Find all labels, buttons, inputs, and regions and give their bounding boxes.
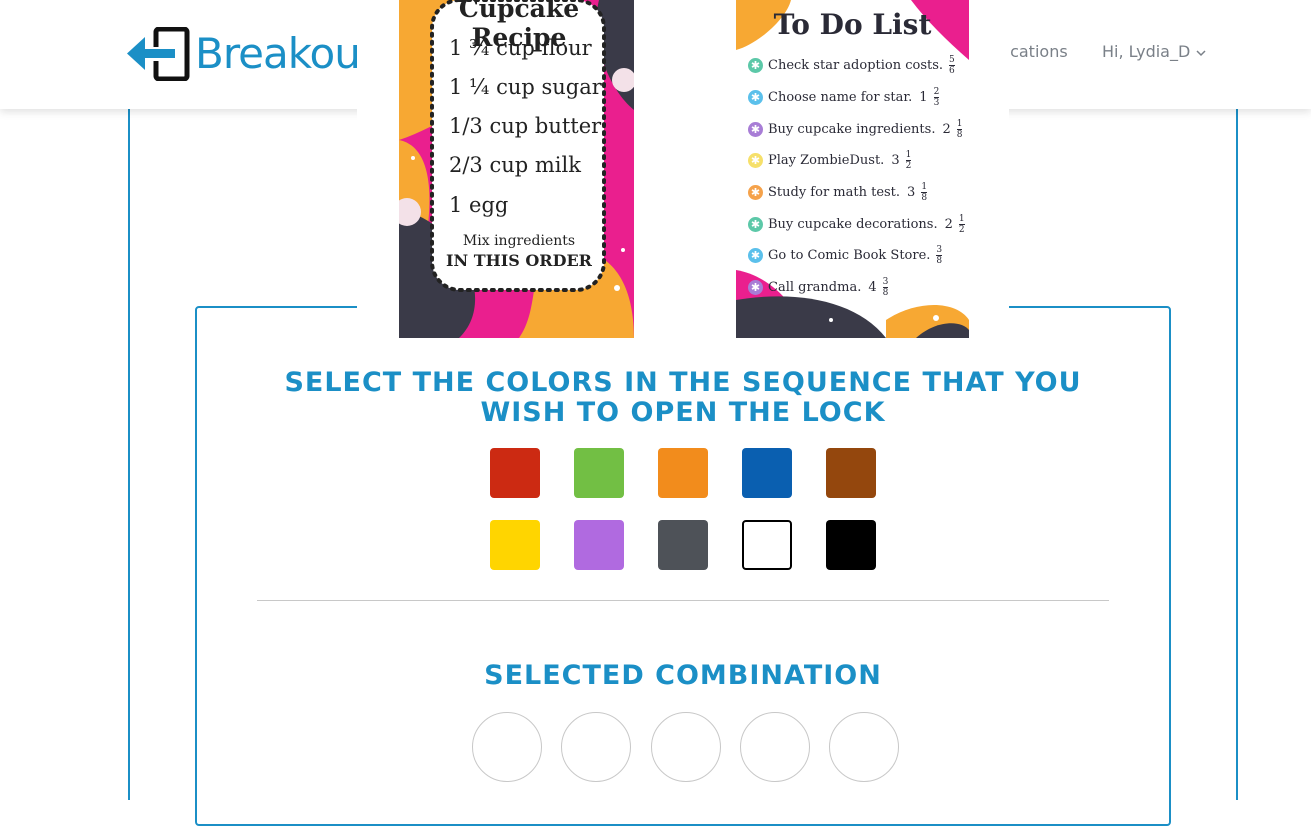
user-greeting: Hi, Lydia_D: [1102, 42, 1191, 61]
fraction-numerator: 3: [882, 277, 889, 288]
todo-item-fraction: 38: [936, 245, 943, 266]
combination-slot-5[interactable]: [829, 712, 899, 782]
todo-item-text: Buy cupcake decorations.: [768, 217, 938, 232]
fraction-denominator: 8: [956, 130, 963, 140]
selected-combination-title: SELECTED COMBINATION: [484, 660, 882, 691]
todo-list-image[interactable]: To Do List ✱ Check star adoption costs. 5 6…: [736, 0, 969, 338]
star-bullet-icon: ✱: [748, 280, 763, 295]
star-bullet-icon: ✱: [748, 248, 763, 263]
fraction-numerator: 1: [921, 182, 928, 193]
star-bullet-icon: ✱: [748, 185, 763, 200]
notifications-link[interactable]: fications: [1000, 42, 1068, 61]
todo-item-whole-number: 2: [944, 217, 953, 232]
combination-slot-3[interactable]: [651, 712, 721, 782]
todo-item: ✱ Buy cupcake decorations. 2 1 2: [748, 214, 965, 235]
todo-item: ✱ Go to Comic Book Store. 3 8: [748, 245, 943, 266]
fraction-denominator: 6: [949, 66, 955, 76]
todo-item-text: Call grandma.: [768, 280, 862, 295]
star-bullet-icon: ✱: [748, 90, 763, 105]
color-swatch-white[interactable]: [742, 520, 792, 570]
recipe-item: 1 egg: [449, 193, 509, 217]
color-swatch-black[interactable]: [826, 520, 876, 570]
fraction-numerator: 2: [933, 87, 940, 98]
fraction-numerator: 1: [956, 119, 963, 130]
chevron-down-icon: [1196, 42, 1206, 61]
login-arrow-icon: [127, 26, 191, 82]
todo-item: ✱ Choose name for star. 1 2 3: [748, 87, 940, 108]
recipe-item: 1 ¼ cup sugar: [449, 75, 602, 99]
todo-item-whole-number: 1: [919, 90, 928, 105]
todo-item-fraction: 12: [905, 150, 912, 171]
todo-item-fraction: 12: [958, 214, 965, 235]
star-bullet-icon: ✱: [748, 58, 763, 73]
todo-item-fraction: 23: [933, 87, 940, 108]
color-swatch-gray[interactable]: [658, 520, 708, 570]
section-divider: [257, 600, 1109, 601]
fraction-denominator: 8: [882, 288, 889, 298]
breakout-logo[interactable]: Breakou: [127, 26, 361, 82]
todo-item: ✱ Call grandma. 4 3 8: [748, 277, 889, 298]
star-bullet-icon: ✱: [748, 122, 763, 137]
fraction-denominator: 2: [905, 161, 912, 171]
color-swatch-orange[interactable]: [658, 448, 708, 498]
todo-item-text: Study for math test.: [768, 185, 901, 200]
color-swatch-purple[interactable]: [574, 520, 624, 570]
color-swatch-yellow[interactable]: [490, 520, 540, 570]
fraction-numerator: 1: [958, 214, 965, 225]
fraction-numerator: 3: [936, 245, 943, 256]
todo-item-text: Choose name for star.: [768, 90, 913, 105]
fraction-denominator: 3: [933, 98, 940, 108]
todo-item-text: Play ZombieDust.: [768, 153, 885, 168]
recipe-item: 1/3 cup butter: [449, 114, 602, 138]
todo-item-whole-number: 4: [868, 280, 877, 295]
todo-item: ✱ Study for math test. 3 1 8: [748, 182, 928, 203]
combination-slot-2[interactable]: [561, 712, 631, 782]
recipe-note: Mix ingredients: [462, 233, 576, 249]
todo-item-fraction: 38: [882, 277, 889, 298]
fraction-denominator: 8: [936, 256, 943, 266]
todo-item-text: Go to Comic Book Store.: [768, 248, 931, 263]
todo-item-whole-number: 2: [942, 122, 951, 137]
recipe-item: 1 ¾ cup flour: [449, 36, 592, 60]
todo-item-text: Buy cupcake ingredients.: [768, 122, 936, 137]
color-swatch-brown[interactable]: [826, 448, 876, 498]
todo-item-fraction: 18: [921, 182, 928, 203]
star-bullet-icon: ✱: [748, 153, 763, 168]
todo-title: To Do List: [773, 8, 932, 41]
todo-item-whole-number: 3: [891, 153, 900, 168]
combination-slot-1[interactable]: [472, 712, 542, 782]
cupcake-recipe-image[interactable]: Cupcake Recipe 1 ¾ cup flour 1 ¼ cup sug…: [399, 0, 634, 338]
recipe-item: 2/3 cup milk: [449, 153, 581, 177]
star-bullet-icon: ✱: [748, 217, 763, 232]
lock-card: SELECT THE COLORS IN THE SEQUENCE THAT Y…: [195, 306, 1171, 826]
color-swatch-green[interactable]: [574, 448, 624, 498]
todo-item-whole-number: 3: [907, 185, 916, 200]
logo-wordmark: Breakou: [195, 29, 361, 78]
todo-item-fraction: 56: [949, 55, 955, 76]
color-swatch-blue[interactable]: [742, 448, 792, 498]
todo-item: ✱ Buy cupcake ingredients. 2 1 8: [748, 119, 963, 140]
fraction-numerator: 5: [949, 55, 955, 66]
todo-item: ✱ Check star adoption costs. 5 6: [748, 55, 955, 76]
fraction-denominator: 8: [921, 193, 928, 203]
combination-slot-4[interactable]: [740, 712, 810, 782]
todo-item-text: Check star adoption costs.: [768, 58, 944, 73]
todo-item-fraction: 18: [956, 119, 963, 140]
fraction-denominator: 2: [958, 225, 965, 235]
user-menu[interactable]: Hi, Lydia_D: [1102, 42, 1206, 61]
todo-item: ✱ Play ZombieDust. 3 1 2: [748, 150, 912, 171]
recipe-note-emphasis: IN THIS ORDER: [446, 251, 592, 270]
clue-images-panel: Cupcake Recipe 1 ¾ cup flour 1 ¼ cup sug…: [357, 0, 1009, 338]
color-swatch-red[interactable]: [490, 448, 540, 498]
fraction-numerator: 1: [905, 150, 912, 161]
lock-instruction: SELECT THE COLORS IN THE SEQUENCE THAT Y…: [284, 367, 1082, 428]
